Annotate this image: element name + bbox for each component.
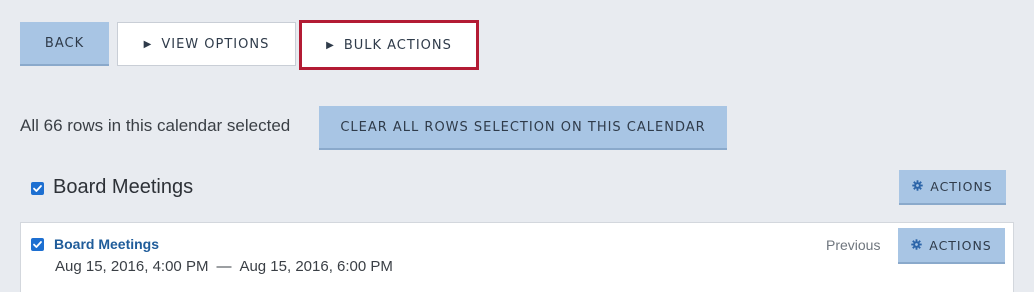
group-title: Board Meetings xyxy=(53,176,194,198)
gear-icon xyxy=(911,238,922,253)
event-end: Aug 15, 2016, 6:00 PM xyxy=(239,258,393,275)
event-actions-label: ACTIONS xyxy=(929,237,992,253)
event-time-separator: — xyxy=(216,258,232,275)
event-actions-button[interactable]: ACTIONS xyxy=(898,228,1005,264)
back-button[interactable]: BACK xyxy=(20,22,109,66)
group-actions-label: ACTIONS xyxy=(930,179,993,194)
clear-selection-label: CLEAR ALL ROWS SELECTION ON THIS CALENDA… xyxy=(340,119,706,135)
bulk-actions-label: BULK ACTIONS xyxy=(343,37,452,53)
triangle-right-icon: ▶ xyxy=(326,39,334,51)
triangle-right-icon: ▶ xyxy=(143,38,152,50)
group-actions-button[interactable]: ACTIONS xyxy=(899,170,1006,205)
previous-link[interactable]: Previous xyxy=(826,237,880,253)
event-row xyxy=(20,222,1014,292)
event-start: Aug 15, 2016, 4:00 PM xyxy=(55,258,209,275)
page: BACK ▶ VIEW OPTIONS ▶ BULK ACTIONS All 6… xyxy=(0,0,1034,292)
view-options-button[interactable]: ▶ VIEW OPTIONS xyxy=(117,22,296,66)
checkmark-icon xyxy=(33,185,42,192)
back-button-label: BACK xyxy=(44,35,85,51)
clear-selection-button[interactable]: CLEAR ALL ROWS SELECTION ON THIS CALENDA… xyxy=(319,106,727,150)
event-checkbox[interactable] xyxy=(31,238,44,251)
event-title-link[interactable]: Board Meetings xyxy=(54,236,159,252)
gear-icon xyxy=(912,179,923,194)
view-options-label: VIEW OPTIONS xyxy=(161,36,270,52)
selection-status-text: All 66 rows in this calendar selected xyxy=(20,116,291,135)
group-checkbox[interactable] xyxy=(31,182,44,195)
bulk-actions-button[interactable]: ▶ BULK ACTIONS xyxy=(299,20,479,70)
event-time-range: Aug 15, 2016, 4:00 PM — Aug 15, 2016, 6:… xyxy=(55,258,393,275)
checkmark-icon xyxy=(33,241,42,248)
